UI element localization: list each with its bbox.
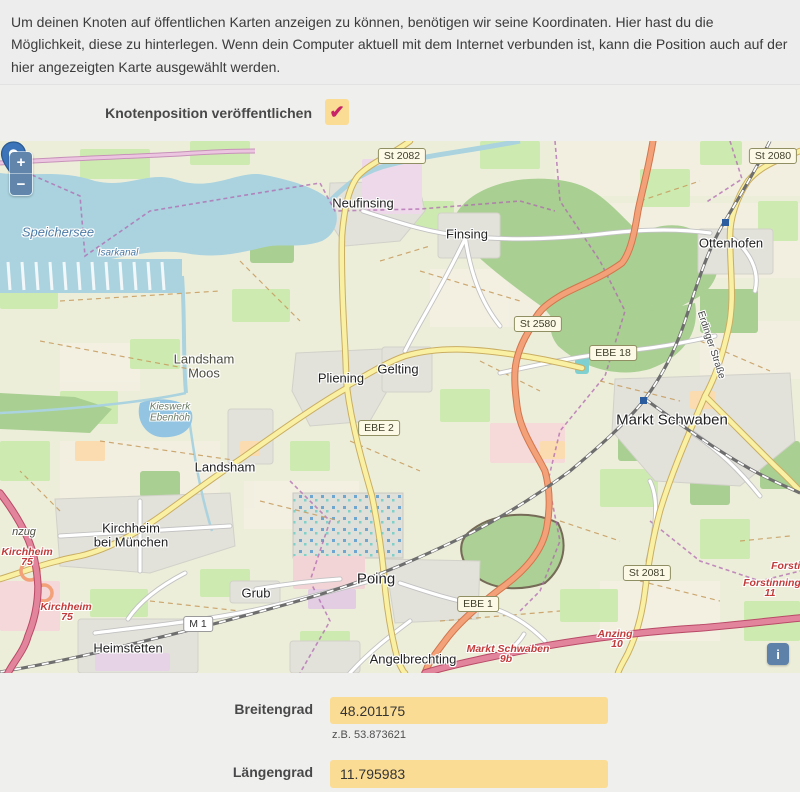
longitude-label: Längengrad [0,764,313,780]
zoom-out-button[interactable]: − [10,173,32,195]
page: { "intro": { "text": "Um deinen Knoten a… [0,0,800,791]
latitude-hint: z.B. 53.873621 [332,729,406,741]
latitude-input[interactable] [330,697,608,724]
coordinate-form: Breitengrad z.B. 53.873621 Längengrad [0,673,800,792]
position-publish-checkbox[interactable]: ✔ [325,99,349,125]
longitude-input[interactable] [330,760,608,788]
position-toggle-section: Knotenposition veröffentlichen ✔ [0,84,800,141]
map-poing-development [293,493,403,558]
checkmark-icon: ✔ [329,103,344,121]
map-attribution-button[interactable]: i [767,643,789,665]
map-zoom-control: + − [9,151,33,196]
latitude-label: Breitengrad [0,701,313,717]
position-publish-label: Knotenposition veröffentlichen [0,105,312,121]
intro-section: Um deinen Knoten auf öffentlichen Karten… [0,0,800,84]
zoom-in-button[interactable]: + [10,152,32,173]
intro-text: Um deinen Knoten auf öffentlichen Karten… [11,11,788,78]
map-tiles [0,141,800,673]
map[interactable]: Speichersee Isarkanal Neufinsing Finsing… [0,141,800,673]
